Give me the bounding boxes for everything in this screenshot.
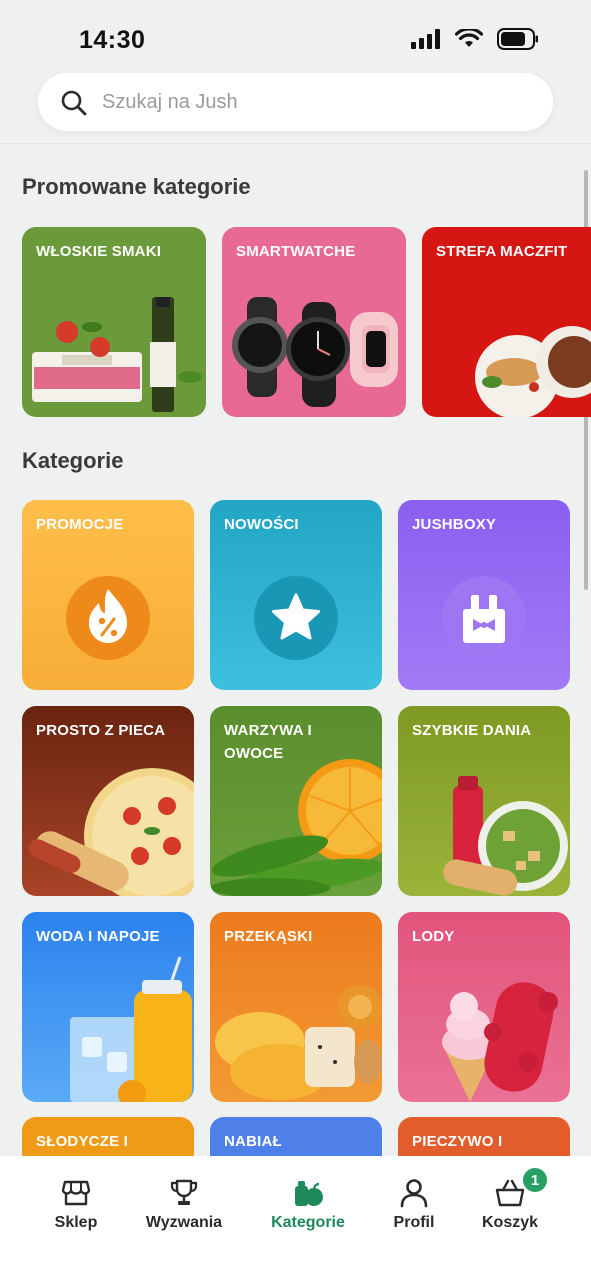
categories-icon — [295, 1181, 323, 1206]
nav-label: Wyzwania — [145, 1214, 223, 1231]
person-icon — [400, 1179, 428, 1208]
category-card-lody[interactable]: LODY — [398, 912, 570, 1102]
nav-item-sklep[interactable]: Sklep — [21, 1178, 131, 1232]
categories-title: Kategorie — [22, 448, 124, 473]
nav-item-kategorie[interactable]: Kategorie — [253, 1178, 363, 1232]
nav-item-wyzwania[interactable]: Wyzwania — [129, 1178, 239, 1232]
category-card-warzywa-i-owoce[interactable]: WARZYWA I OWOCE — [210, 706, 382, 896]
status-icons — [411, 28, 539, 50]
category-card-nabial[interactable]: NABIAŁ — [210, 1117, 382, 1157]
category-card-przekaski[interactable]: PRZEKĄSKI — [210, 912, 382, 1102]
cellular-signal-icon — [411, 29, 440, 49]
fast-meals-image — [443, 776, 568, 896]
store-icon — [61, 1180, 91, 1206]
smartwatches-image — [232, 297, 398, 407]
nav-label: Kategorie — [271, 1214, 345, 1231]
nav-label: Koszyk — [481, 1214, 539, 1231]
pizza-hotdog-image — [28, 768, 194, 896]
promo-card-strefa-maczfit[interactable]: STREFA MACZFIT — [422, 227, 591, 417]
category-label: PROMOCJE — [36, 516, 124, 533]
category-label: NOWOŚCI — [224, 516, 299, 533]
status-bar: 14:30 — [0, 0, 591, 72]
category-label: NABIAŁ — [224, 1133, 282, 1150]
promo-card-smartwatche[interactable]: SMARTWATCHE — [222, 227, 406, 417]
vegetables-fruits-image — [210, 759, 382, 896]
nav-label: Sklep — [54, 1214, 98, 1231]
category-card-slodycze[interactable]: SŁODYCZE I — [22, 1117, 194, 1157]
trophy-icon — [170, 1179, 198, 1205]
category-label: SŁODYCZE I — [36, 1133, 129, 1150]
nav-item-profil[interactable]: Profil — [359, 1178, 469, 1232]
flame-percent-icon — [66, 576, 150, 660]
header-divider — [0, 143, 591, 144]
wifi-icon — [455, 29, 483, 47]
status-time: 14:30 — [79, 26, 146, 54]
battery-icon — [497, 28, 538, 50]
star-icon — [254, 576, 338, 660]
bottom-navigation: Sklep Wyzwania Kategorie Profil Koszyk 1 — [0, 1156, 591, 1280]
search-bar[interactable] — [38, 73, 553, 131]
nav-item-koszyk[interactable]: Koszyk 1 — [455, 1166, 565, 1232]
search-icon — [61, 90, 87, 116]
category-card-jushboxy[interactable]: JUSHBOXY — [398, 500, 570, 690]
search-input[interactable] — [102, 73, 522, 131]
category-card-woda-i-napoje[interactable]: WODA I NAPOJE — [22, 912, 194, 1102]
promo-card-wloskie-smaki[interactable]: WŁOSKIE SMAKI — [22, 227, 206, 417]
promoted-categories-title: Promowane kategorie — [22, 174, 251, 199]
ice-cream-image — [442, 982, 558, 1102]
category-card-pieczywo[interactable]: PIECZYWO I — [398, 1117, 570, 1157]
category-label: PIECZYWO I — [412, 1133, 503, 1150]
category-card-nowosci[interactable]: NOWOŚCI — [210, 500, 382, 690]
cart-count-badge: 1 — [521, 1166, 549, 1194]
drinks-image — [70, 956, 192, 1102]
maczfit-meals-image — [475, 326, 591, 417]
italian-products-image — [32, 297, 202, 412]
category-card-promocje[interactable]: PROMOCJE — [22, 500, 194, 690]
category-card-szybkie-dania[interactable]: SZYBKIE DANIA — [398, 706, 570, 896]
category-card-prosto-z-pieca[interactable]: PROSTO Z PIECA — [22, 706, 194, 896]
gift-box-icon — [442, 576, 526, 660]
snacks-image — [215, 985, 382, 1100]
nav-label: Profil — [393, 1214, 435, 1231]
category-label: JUSHBOXY — [412, 516, 497, 533]
